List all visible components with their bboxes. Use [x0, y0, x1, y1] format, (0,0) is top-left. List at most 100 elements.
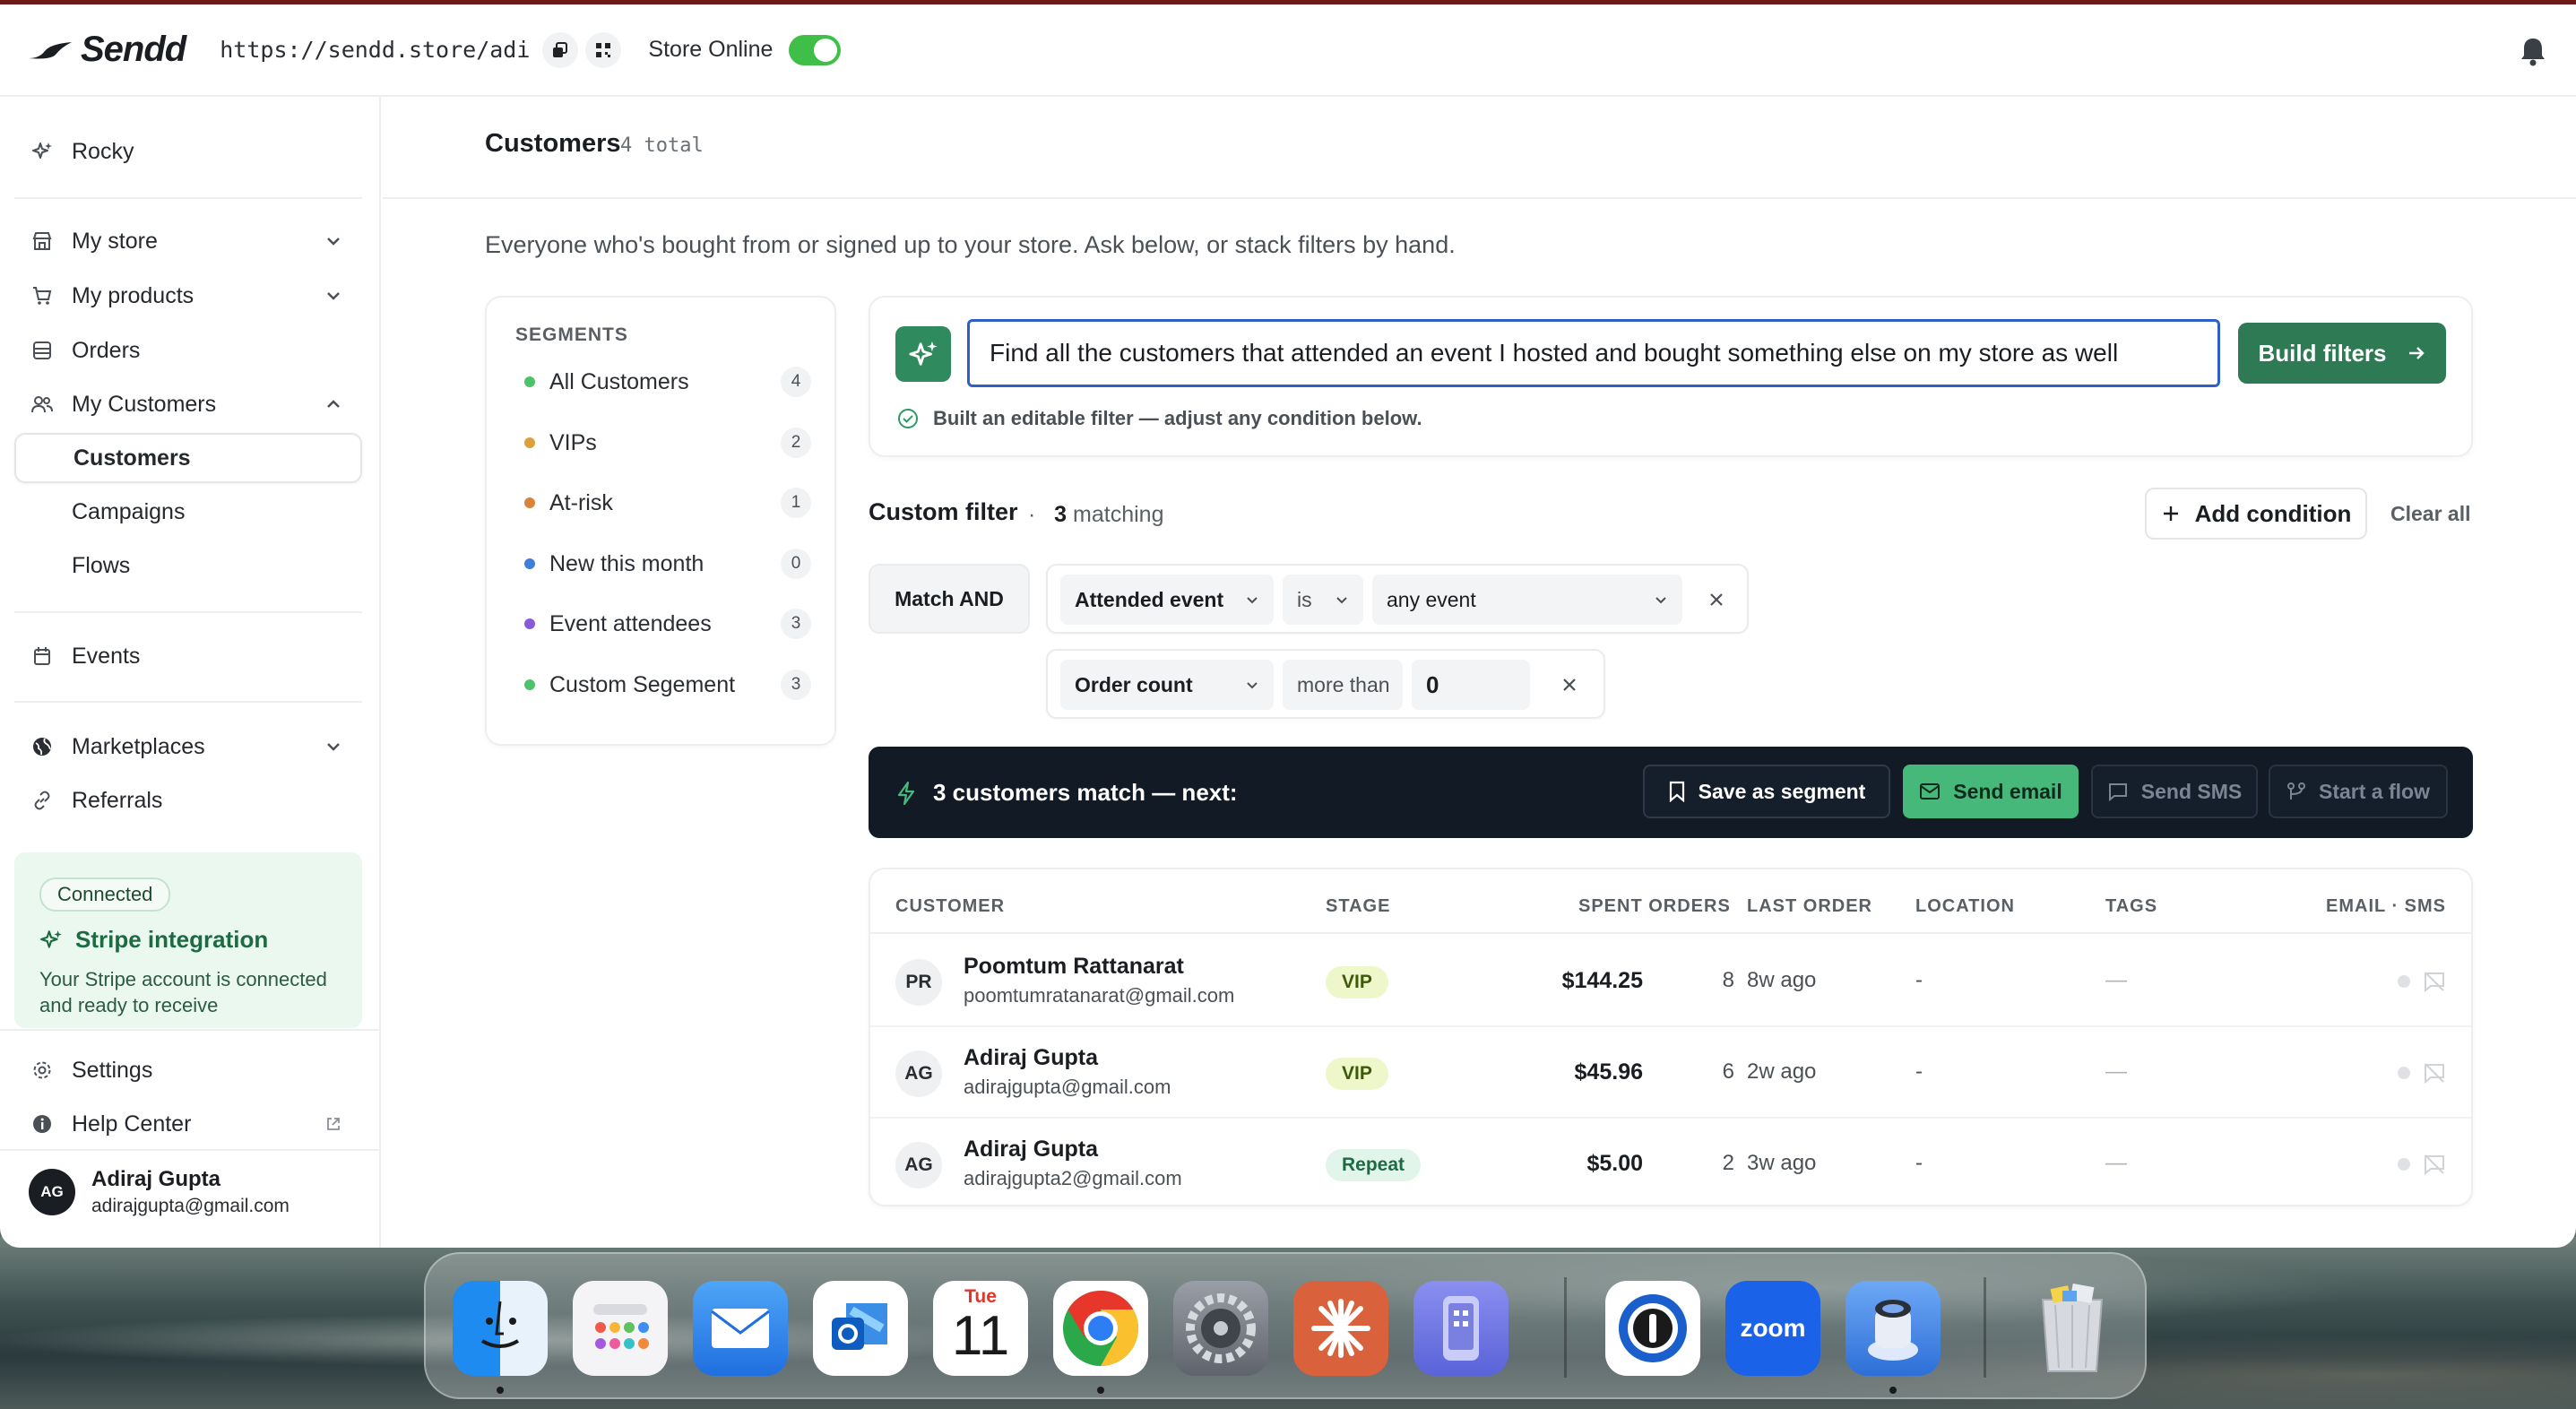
condition-field-select[interactable]: Order count [1060, 660, 1274, 710]
add-condition-button[interactable]: Add condition [2145, 488, 2367, 540]
sidebar-item-campaigns[interactable]: Campaigns [14, 487, 362, 537]
condition-operator-value: more than [1297, 672, 1390, 696]
stripe-integration-card[interactable]: Connected Stripe integration Your Stripe… [14, 852, 362, 1028]
trash-icon[interactable] [2025, 1281, 2120, 1376]
sidebar-item-flows[interactable]: Flows [14, 540, 362, 591]
sidebar-item-customers[interactable]: Customers [14, 433, 362, 483]
store-online-toggle[interactable] [789, 34, 842, 65]
condition-value-input[interactable]: 0 [1412, 660, 1530, 710]
screen-capture-icon[interactable] [1846, 1281, 1941, 1376]
store-url[interactable]: https://sendd.store/adi [220, 37, 530, 63]
segment-item[interactable]: All Customers 4 [524, 364, 811, 400]
clear-all-link[interactable]: Clear all [2390, 502, 2471, 526]
sidebar-item-settings[interactable]: Settings [14, 1045, 362, 1095]
condition-operator-select[interactable]: is [1283, 575, 1363, 625]
customers-table: CUSTOMER STAGE SPENT ORDERS LAST ORDER L… [869, 868, 2473, 1206]
finder-icon[interactable] [453, 1281, 548, 1376]
start-flow-button[interactable]: Start a flow [2269, 765, 2448, 818]
mail-app-icon[interactable] [693, 1281, 788, 1376]
sendd-logo-icon [29, 41, 72, 58]
sidebar-item-my-store[interactable]: My store [14, 216, 362, 266]
orders-icon [30, 339, 54, 362]
customer-email: adirajgupta@gmail.com [964, 1076, 1171, 1098]
plus-icon [2163, 506, 2178, 521]
segment-item[interactable]: Custom Segement 3 [524, 667, 811, 703]
column-header-email-sms[interactable]: EMAIL · SMS [2326, 896, 2446, 917]
last-order: 3w ago [1747, 1151, 1817, 1175]
zoom-icon[interactable]: zoom [1725, 1281, 1820, 1376]
tags: — [2105, 968, 2127, 992]
users-icon [30, 393, 54, 416]
condition-value-select[interactable]: any event [1372, 575, 1682, 625]
outlook-icon[interactable] [813, 1281, 908, 1376]
segment-label: VIPs [549, 429, 597, 455]
copy-url-icon[interactable] [542, 31, 579, 68]
ai-query-input[interactable]: Find all the customers that attended an … [967, 319, 2220, 387]
segment-item[interactable]: Event attendees 3 [524, 606, 811, 642]
sendd-logo[interactable]: Sendd [27, 30, 186, 70]
table-row[interactable]: AG Adiraj Gupta adirajgupta2@gmail.com R… [870, 1117, 2471, 1205]
bell-icon[interactable] [2517, 35, 2549, 67]
chrome-icon[interactable] [1053, 1281, 1148, 1376]
sidebar-item-referrals[interactable]: Referrals [14, 775, 362, 826]
segment-item[interactable]: New this month 0 [524, 546, 811, 582]
mail-icon [1920, 783, 1941, 800]
chevron-down-icon [327, 743, 340, 751]
avatar: PR [895, 959, 942, 1006]
location: - [1915, 968, 1923, 992]
condition-value: any event [1387, 587, 1476, 611]
stage-badge: Repeat [1326, 1149, 1422, 1181]
sidebar-item-orders[interactable]: Orders [14, 325, 362, 376]
customer-name: Poomtum Rattanarat [964, 954, 1184, 979]
segment-count: 2 [781, 428, 811, 458]
sidebar: Rocky My store My products Orders My Cus… [0, 97, 381, 1248]
segment-item[interactable]: At-risk 1 [524, 485, 811, 521]
customer-email: poomtumratanarat@gmail.com [964, 984, 1235, 1007]
column-header-spent-orders[interactable]: SPENT ORDERS [1578, 896, 1731, 917]
segment-item[interactable]: VIPs 2 [524, 425, 811, 461]
column-header-last-order[interactable]: LAST ORDER [1747, 896, 1872, 917]
main-content: Customers 4 total Everyone who's bought … [383, 97, 2576, 1248]
avatar: AG [895, 1142, 942, 1189]
segment-count: 3 [781, 670, 811, 700]
1password-icon[interactable] [1605, 1281, 1700, 1376]
remove-condition-icon[interactable] [1706, 589, 1727, 610]
claude-icon[interactable] [1293, 1281, 1388, 1376]
segment-label: Custom Segement [549, 671, 736, 697]
simulator-icon[interactable] [1413, 1281, 1508, 1376]
sidebar-item-marketplaces[interactable]: Marketplaces [14, 722, 362, 772]
calendar-app-icon[interactable]: Tue 11 [933, 1281, 1028, 1376]
email-status-dot [2398, 975, 2410, 988]
tags: — [2105, 1059, 2127, 1084]
build-filters-label: Build filters [2258, 339, 2387, 367]
sidebar-item-label: Rocky [72, 138, 134, 164]
table-row[interactable]: AG Adiraj Gupta adirajgupta@gmail.com VI… [870, 1025, 2471, 1117]
qr-code-icon[interactable] [585, 31, 622, 68]
condition-field-select[interactable]: Attended event [1060, 575, 1274, 625]
sidebar-item-help-center[interactable]: Help Center [14, 1099, 362, 1149]
condition-operator-select[interactable]: more than [1283, 660, 1403, 710]
sidebar-item-my-products[interactable]: My products [14, 271, 362, 321]
system-settings-icon[interactable] [1173, 1281, 1268, 1376]
table-row[interactable]: PR Poomtum Rattanarat poomtumratanarat@g… [870, 934, 2471, 1025]
sidebar-item-my-customers[interactable]: My Customers [14, 379, 362, 429]
column-header-tags[interactable]: TAGS [2105, 896, 2157, 917]
condition-value: 0 [1426, 670, 1439, 698]
match-mode-selector[interactable]: Match AND [869, 564, 1030, 634]
send-sms-button[interactable]: Send SMS [2091, 765, 2258, 818]
app-window: Sendd https://sendd.store/adi Store Onli… [0, 0, 2576, 1248]
calendar-date: 11 [951, 1305, 1010, 1367]
sidebar-item-events[interactable]: Events [14, 631, 362, 681]
column-header-location[interactable]: LOCATION [1915, 896, 2015, 917]
sidebar-item-rocky[interactable]: Rocky [14, 126, 362, 177]
send-email-button[interactable]: Send email [1903, 765, 2079, 818]
tags: — [2105, 1151, 2127, 1175]
sidebar-item-label: Events [72, 643, 141, 669]
build-filters-button[interactable]: Build filters [2238, 323, 2446, 384]
launchpad-icon[interactable] [573, 1281, 668, 1376]
remove-condition-icon[interactable] [1559, 674, 1580, 696]
column-header-stage[interactable]: STAGE [1326, 896, 1390, 917]
save-as-segment-button[interactable]: Save as segment [1643, 765, 1890, 818]
user-profile[interactable]: AG Adiraj Gupta adirajgupta@gmail.com [29, 1167, 290, 1217]
column-header-customer[interactable]: CUSTOMER [895, 896, 1005, 917]
